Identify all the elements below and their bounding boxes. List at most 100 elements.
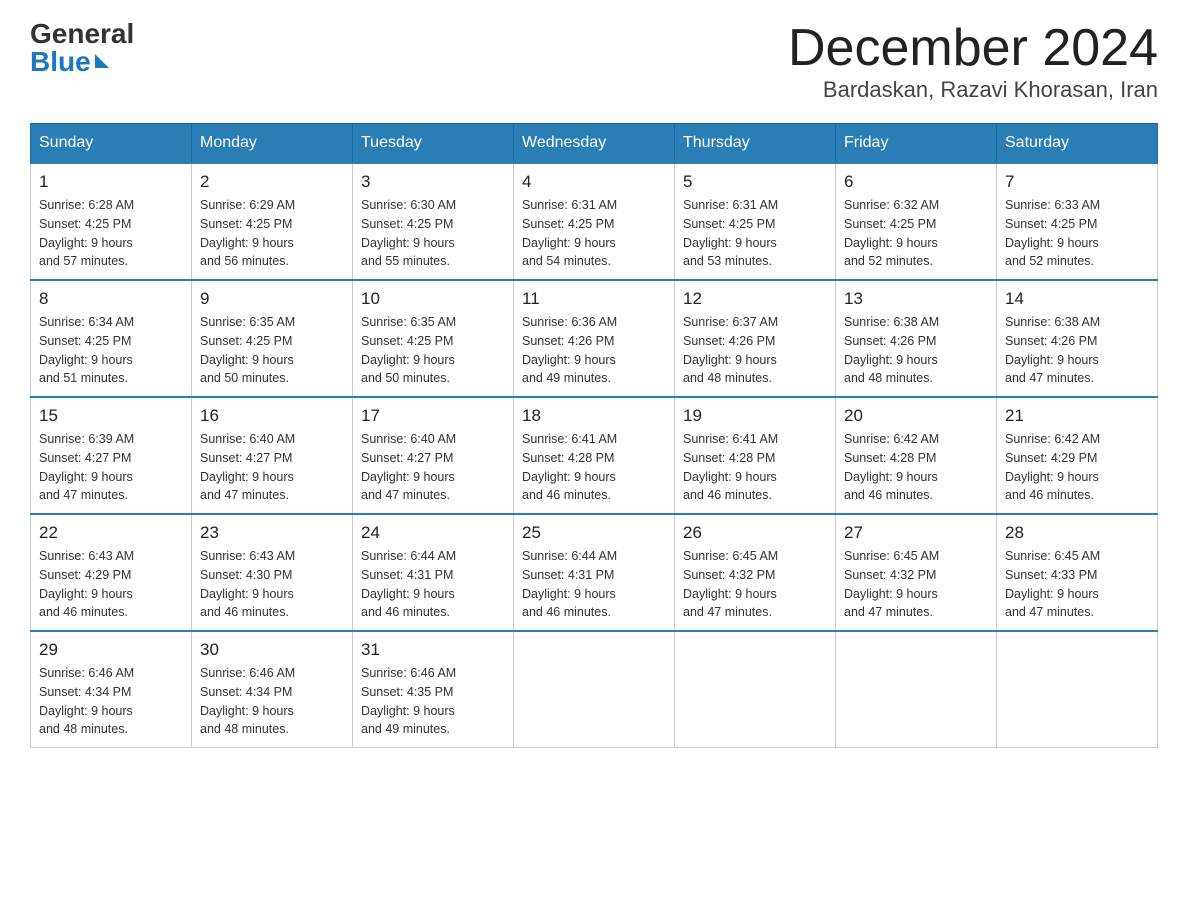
day-number: 10 <box>361 289 505 309</box>
logo-triangle-icon <box>95 54 109 68</box>
week-row-3: 15 Sunrise: 6:39 AMSunset: 4:27 PMDayligh… <box>31 397 1158 514</box>
day-info: Sunrise: 6:38 AMSunset: 4:26 PMDaylight:… <box>844 313 988 388</box>
day-number: 26 <box>683 523 827 543</box>
weekday-header-saturday: Saturday <box>997 124 1158 164</box>
day-info: Sunrise: 6:37 AMSunset: 4:26 PMDaylight:… <box>683 313 827 388</box>
day-cell-19: 19Sunrise: 6:41 AMSunset: 4:28 PMDayligh… <box>675 397 836 514</box>
day-cell-31: 31Sunrise: 6:46 AMSunset: 4:35 PMDayligh… <box>353 631 514 748</box>
day-info: Sunrise: 6:34 AMSunset: 4:25 PMDaylight:… <box>39 313 183 388</box>
day-cell-5: 5 Sunrise: 6:31 AMSunset: 4:25 PMDaylight… <box>675 163 836 280</box>
day-number: 20 <box>844 406 988 426</box>
calendar-table: SundayMondayTuesdayWednesdayThursdayFrid… <box>30 123 1158 748</box>
day-cell-12: 12 Sunrise: 6:37 AMSunset: 4:26 PMDayligh… <box>675 280 836 397</box>
day-cell-21: 21 Sunrise: 6:42 AMSunset: 4:29 PMDayligh… <box>997 397 1158 514</box>
day-cell-28: 28Sunrise: 6:45 AMSunset: 4:33 PMDayligh… <box>997 514 1158 631</box>
day-number: 25 <box>522 523 666 543</box>
day-info: Sunrise: 6:33 AMSunset: 4:25 PMDaylight:… <box>1005 196 1149 271</box>
day-number: 17 <box>361 406 505 426</box>
day-cell-4: 4 Sunrise: 6:31 AMSunset: 4:25 PMDaylight… <box>514 163 675 280</box>
day-info: Sunrise: 6:42 AMSunset: 4:29 PMDaylight:… <box>1005 430 1149 505</box>
week-row-1: 1Sunrise: 6:28 AMSunset: 4:25 PMDaylight… <box>31 163 1158 280</box>
day-info: Sunrise: 6:44 AMSunset: 4:31 PMDaylight:… <box>361 547 505 622</box>
day-info: Sunrise: 6:36 AMSunset: 4:26 PMDaylight:… <box>522 313 666 388</box>
day-info: Sunrise: 6:46 AMSunset: 4:35 PMDaylight:… <box>361 664 505 739</box>
day-info: Sunrise: 6:31 AMSunset: 4:25 PMDaylight:… <box>683 196 827 271</box>
day-number: 13 <box>844 289 988 309</box>
day-number: 1 <box>39 172 183 192</box>
day-number: 16 <box>200 406 344 426</box>
day-cell-8: 8 Sunrise: 6:34 AMSunset: 4:25 PMDaylight… <box>31 280 192 397</box>
day-info: Sunrise: 6:38 AMSunset: 4:26 PMDaylight:… <box>1005 313 1149 388</box>
day-cell-3: 3Sunrise: 6:30 AMSunset: 4:25 PMDaylight… <box>353 163 514 280</box>
day-cell-16: 16 Sunrise: 6:40 AMSunset: 4:27 PMDayligh… <box>192 397 353 514</box>
day-cell-7: 7 Sunrise: 6:33 AMSunset: 4:25 PMDaylight… <box>997 163 1158 280</box>
empty-cell <box>514 631 675 748</box>
day-number: 18 <box>522 406 666 426</box>
day-number: 8 <box>39 289 183 309</box>
weekday-header-sunday: Sunday <box>31 124 192 164</box>
day-number: 11 <box>522 289 666 309</box>
page-header: General Blue December 2024 Bardaskan, Ra… <box>30 20 1158 103</box>
day-cell-30: 30Sunrise: 6:46 AMSunset: 4:34 PMDayligh… <box>192 631 353 748</box>
day-cell-13: 13 Sunrise: 6:38 AMSunset: 4:26 PMDayligh… <box>836 280 997 397</box>
day-number: 3 <box>361 172 505 192</box>
day-info: Sunrise: 6:39 AMSunset: 4:27 PMDaylight:… <box>39 430 183 505</box>
weekday-header-tuesday: Tuesday <box>353 124 514 164</box>
day-number: 27 <box>844 523 988 543</box>
day-cell-29: 29Sunrise: 6:46 AMSunset: 4:34 PMDayligh… <box>31 631 192 748</box>
day-info: Sunrise: 6:43 AMSunset: 4:29 PMDaylight:… <box>39 547 183 622</box>
day-number: 23 <box>200 523 344 543</box>
day-cell-18: 18 Sunrise: 6:41 AMSunset: 4:28 PMDayligh… <box>514 397 675 514</box>
day-number: 15 <box>39 406 183 426</box>
day-info: Sunrise: 6:35 AMSunset: 4:25 PMDaylight:… <box>361 313 505 388</box>
day-info: Sunrise: 6:40 AMSunset: 4:27 PMDaylight:… <box>200 430 344 505</box>
day-number: 2 <box>200 172 344 192</box>
logo-general-text: General <box>30 20 134 48</box>
day-cell-9: 9Sunrise: 6:35 AMSunset: 4:25 PMDaylight… <box>192 280 353 397</box>
weekday-header-wednesday: Wednesday <box>514 124 675 164</box>
day-info: Sunrise: 6:31 AMSunset: 4:25 PMDaylight:… <box>522 196 666 271</box>
day-number: 6 <box>844 172 988 192</box>
logo-blue-text: Blue <box>30 48 109 76</box>
empty-cell <box>836 631 997 748</box>
day-cell-10: 10 Sunrise: 6:35 AMSunset: 4:25 PMDayligh… <box>353 280 514 397</box>
day-cell-15: 15 Sunrise: 6:39 AMSunset: 4:27 PMDayligh… <box>31 397 192 514</box>
day-number: 14 <box>1005 289 1149 309</box>
week-row-4: 22 Sunrise: 6:43 AMSunset: 4:29 PMDayligh… <box>31 514 1158 631</box>
week-row-2: 8 Sunrise: 6:34 AMSunset: 4:25 PMDaylight… <box>31 280 1158 397</box>
day-cell-27: 27 Sunrise: 6:45 AMSunset: 4:32 PMDayligh… <box>836 514 997 631</box>
day-cell-26: 26 Sunrise: 6:45 AMSunset: 4:32 PMDayligh… <box>675 514 836 631</box>
day-cell-17: 17 Sunrise: 6:40 AMSunset: 4:27 PMDayligh… <box>353 397 514 514</box>
day-number: 29 <box>39 640 183 660</box>
weekday-header-monday: Monday <box>192 124 353 164</box>
day-info: Sunrise: 6:41 AMSunset: 4:28 PMDaylight:… <box>522 430 666 505</box>
day-number: 24 <box>361 523 505 543</box>
day-cell-20: 20Sunrise: 6:42 AMSunset: 4:28 PMDayligh… <box>836 397 997 514</box>
day-info: Sunrise: 6:45 AMSunset: 4:32 PMDaylight:… <box>683 547 827 622</box>
day-info: Sunrise: 6:45 AMSunset: 4:32 PMDaylight:… <box>844 547 988 622</box>
day-cell-23: 23 Sunrise: 6:43 AMSunset: 4:30 PMDayligh… <box>192 514 353 631</box>
day-info: Sunrise: 6:40 AMSunset: 4:27 PMDaylight:… <box>361 430 505 505</box>
day-number: 22 <box>39 523 183 543</box>
weekday-header-row: SundayMondayTuesdayWednesdayThursdayFrid… <box>31 124 1158 164</box>
day-info: Sunrise: 6:41 AMSunset: 4:28 PMDaylight:… <box>683 430 827 505</box>
title-block: December 2024 Bardaskan, Razavi Khorasan… <box>788 20 1158 103</box>
day-cell-24: 24 Sunrise: 6:44 AMSunset: 4:31 PMDayligh… <box>353 514 514 631</box>
week-row-5: 29Sunrise: 6:46 AMSunset: 4:34 PMDayligh… <box>31 631 1158 748</box>
day-cell-25: 25Sunrise: 6:44 AMSunset: 4:31 PMDayligh… <box>514 514 675 631</box>
day-cell-14: 14 Sunrise: 6:38 AMSunset: 4:26 PMDayligh… <box>997 280 1158 397</box>
day-number: 5 <box>683 172 827 192</box>
logo: General Blue <box>30 20 134 76</box>
day-number: 12 <box>683 289 827 309</box>
day-cell-6: 6 Sunrise: 6:32 AMSunset: 4:25 PMDaylight… <box>836 163 997 280</box>
day-cell-2: 2Sunrise: 6:29 AMSunset: 4:25 PMDaylight… <box>192 163 353 280</box>
day-number: 30 <box>200 640 344 660</box>
day-number: 4 <box>522 172 666 192</box>
day-info: Sunrise: 6:32 AMSunset: 4:25 PMDaylight:… <box>844 196 988 271</box>
day-info: Sunrise: 6:45 AMSunset: 4:33 PMDaylight:… <box>1005 547 1149 622</box>
location-subtitle: Bardaskan, Razavi Khorasan, Iran <box>788 77 1158 103</box>
day-number: 21 <box>1005 406 1149 426</box>
day-number: 7 <box>1005 172 1149 192</box>
day-info: Sunrise: 6:43 AMSunset: 4:30 PMDaylight:… <box>200 547 344 622</box>
day-cell-1: 1Sunrise: 6:28 AMSunset: 4:25 PMDaylight… <box>31 163 192 280</box>
